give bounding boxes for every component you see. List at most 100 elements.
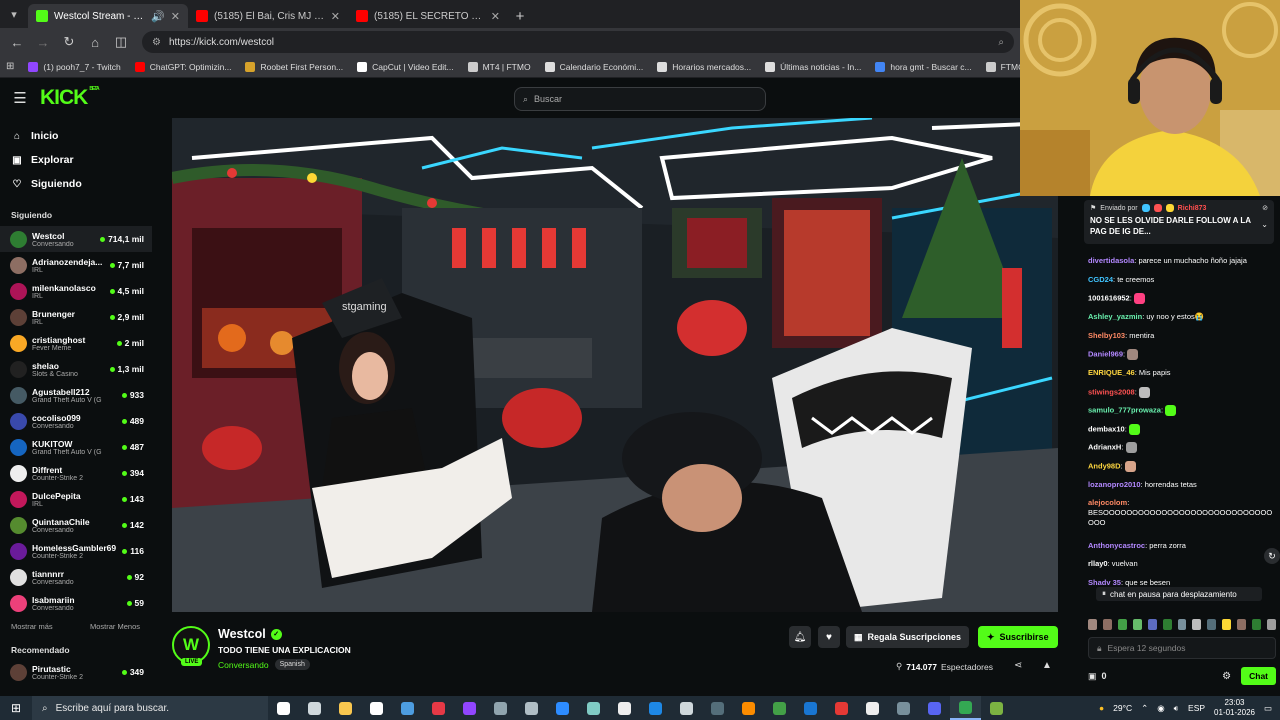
channel-item[interactable]: KUKITOW Grand Theft Auto V (G 487 — [0, 434, 152, 460]
chat-username[interactable]: divertidasola — [1088, 256, 1134, 265]
tiktok-icon[interactable] — [857, 696, 888, 720]
notification-bell-icon[interactable]: 🔔︎ — [789, 626, 811, 648]
app-green-icon[interactable] — [981, 696, 1012, 720]
emote-icon[interactable] — [1267, 618, 1276, 630]
tab-search-icon[interactable]: ▾ — [0, 0, 28, 28]
scroll-down-icon[interactable]: ↻ — [1264, 548, 1280, 564]
bookmark-item[interactable]: ChatGPT: Optimizin... — [134, 61, 231, 72]
chat-username[interactable]: Ashley_yazmin — [1088, 312, 1142, 321]
settings-icon[interactable] — [671, 696, 702, 720]
new-tab-button[interactable]: + — [508, 4, 532, 28]
file-icon[interactable] — [361, 696, 392, 720]
bookmark-item[interactable]: Roobet First Person... — [245, 61, 343, 72]
channel-item[interactable]: Westcol Conversando 714,1 mil — [0, 226, 152, 252]
sidebar-nav-item[interactable]: ⌂ Inicio — [0, 124, 152, 148]
url-field[interactable]: ⚙ https://kick.com/westcol ⌕ — [142, 31, 1014, 53]
language-indicator[interactable]: ESP — [1188, 703, 1205, 713]
chat-settings-icon[interactable]: ⚙ — [1222, 671, 1231, 682]
zoom-icon[interactable] — [547, 696, 578, 720]
chat-username[interactable]: AdrianxH — [1088, 442, 1121, 451]
emote-icon[interactable] — [1117, 618, 1127, 630]
home-icon[interactable]: ⌂ — [84, 31, 106, 53]
bookmark-item[interactable]: MT4 | FTMO — [467, 61, 531, 72]
bookmark-item[interactable]: hora gmt - Buscar c... — [875, 61, 972, 72]
show-less-link[interactable]: Mostrar Menos — [90, 622, 140, 631]
channel-item[interactable]: DulcePepita IRL 143 — [0, 486, 152, 512]
capcut-icon[interactable] — [609, 696, 640, 720]
points-icon[interactable]: ▣ — [1088, 671, 1097, 682]
chat-username[interactable]: rllay0 — [1088, 559, 1108, 568]
sidebar-toggle-icon[interactable]: ◫ — [110, 31, 132, 53]
close-tab-icon[interactable]: ✕ — [331, 10, 340, 23]
chat-username[interactable]: Daniel969 — [1088, 349, 1123, 358]
clock[interactable]: 23:03 01-01-2026 — [1214, 698, 1255, 718]
app-orange-icon[interactable] — [733, 696, 764, 720]
channel-item[interactable]: QuintanaChile Conversando 142 — [0, 512, 152, 538]
menu-icon[interactable]: ☰ — [0, 89, 40, 107]
obs-icon[interactable] — [888, 696, 919, 720]
emote-icon[interactable] — [1147, 618, 1157, 630]
bookmark-item[interactable]: Horarios mercados... — [657, 61, 751, 72]
emote-icon[interactable] — [1252, 618, 1262, 630]
sidebar-nav-item[interactable]: ♡ Siguiendo — [0, 172, 152, 196]
channel-item[interactable]: Brunenger IRL 2,9 mil — [0, 304, 152, 330]
close-tab-icon[interactable]: ✕ — [171, 10, 180, 23]
channel-item[interactable]: Diffrent Counter-Strike 2 394 — [0, 460, 152, 486]
channel-item[interactable]: shelao Slots & Casino 1,3 mil — [0, 356, 152, 382]
emote-icon[interactable] — [1237, 618, 1247, 630]
minecraft-icon[interactable] — [764, 696, 795, 720]
video-player[interactable]: stgaming — [172, 118, 1058, 612]
bookmark-item[interactable]: Calendario Económi... — [544, 61, 643, 72]
chat-username[interactable]: lozanopro2010 — [1088, 480, 1141, 489]
chrome-icon[interactable] — [950, 696, 981, 720]
volume-icon[interactable]: 🔉︎ — [1174, 703, 1179, 714]
app-icon-4[interactable] — [640, 696, 671, 720]
chat-username[interactable]: 1001616952 — [1088, 293, 1130, 302]
weather-icon[interactable]: ● — [1099, 703, 1104, 713]
report-icon[interactable]: ▲ — [1042, 660, 1052, 671]
browser-tab-3[interactable]: (5185) EL SECRETO FINAL🤑 Cr ✕ — [348, 4, 508, 28]
app-icon[interactable] — [485, 696, 516, 720]
show-more-link[interactable]: Mostrar más — [11, 622, 53, 631]
app-red-icon[interactable] — [423, 696, 454, 720]
emote-icon[interactable] — [1132, 618, 1142, 630]
bookmark-item[interactable]: FTMO - For Serio — [985, 61, 1020, 72]
chat-username[interactable]: CGD24 — [1088, 275, 1113, 284]
opera-icon[interactable] — [826, 696, 857, 720]
chat-paused-banner[interactable]: ⏸ chat en pausa para desplazamiento — [1096, 587, 1262, 601]
channel-item[interactable]: Isabmariin Conversando 59 — [0, 590, 152, 616]
browser-tab-2[interactable]: (5185) El Bai, Cris MJ - Pensándo ✕ — [188, 4, 348, 28]
notifications-icon[interactable]: ▭ — [1264, 703, 1272, 714]
emote-icon[interactable] — [1088, 618, 1097, 630]
chat-username[interactable]: Anthonycastroc — [1088, 541, 1145, 550]
chat-username[interactable]: Shelby103 — [1088, 331, 1125, 340]
emote-icon[interactable] — [1162, 618, 1172, 630]
chat-input[interactable]: 🔒︎ Espera 12 segundos — [1088, 637, 1276, 659]
chat-username[interactable]: Shadv 35 — [1088, 578, 1121, 587]
site-info-icon[interactable]: ⚙ — [152, 37, 161, 48]
emote-icon[interactable] — [1102, 618, 1112, 630]
unpin-icon[interactable]: ⊘ — [1262, 204, 1268, 212]
office-icon[interactable] — [392, 696, 423, 720]
search-input[interactable]: ⌕ Buscar — [514, 87, 766, 111]
channel-item[interactable]: cocoliso099 Conversando 489 — [0, 408, 152, 434]
channel-item[interactable]: Agustabell212 Grand Theft Auto V (G 933 — [0, 382, 152, 408]
chat-username[interactable]: alejocolom — [1088, 498, 1127, 507]
emote-icon[interactable] — [1222, 618, 1232, 630]
chat-username[interactable]: samulo_777prowaza — [1088, 405, 1161, 414]
share-icon[interactable]: ⋖ — [1014, 660, 1022, 671]
emote-icon[interactable] — [1192, 618, 1202, 630]
reload-icon[interactable]: ↻ — [58, 31, 80, 53]
zoom-icon[interactable]: ⌕ — [998, 37, 1004, 48]
tray-arrow-icon[interactable]: ⌃ — [1141, 703, 1148, 714]
app-icon-2[interactable] — [516, 696, 547, 720]
channel-item[interactable]: milenkanolasco IRL 4,5 mil — [0, 278, 152, 304]
follow-heart-icon[interactable]: ♥ — [818, 626, 840, 648]
discord-icon[interactable] — [919, 696, 950, 720]
channel-item[interactable]: tiannnrr Conversando 92 — [0, 564, 152, 590]
emote-icon[interactable] — [1207, 618, 1217, 630]
app-icon-5[interactable] — [702, 696, 733, 720]
bookmark-item[interactable]: (1) pooh7_7 - Twitch — [28, 61, 121, 72]
subscribe-button[interactable]: ✦ Suscribirse — [978, 626, 1058, 648]
bookmark-item[interactable]: Últimas noticias - In... — [765, 61, 861, 72]
